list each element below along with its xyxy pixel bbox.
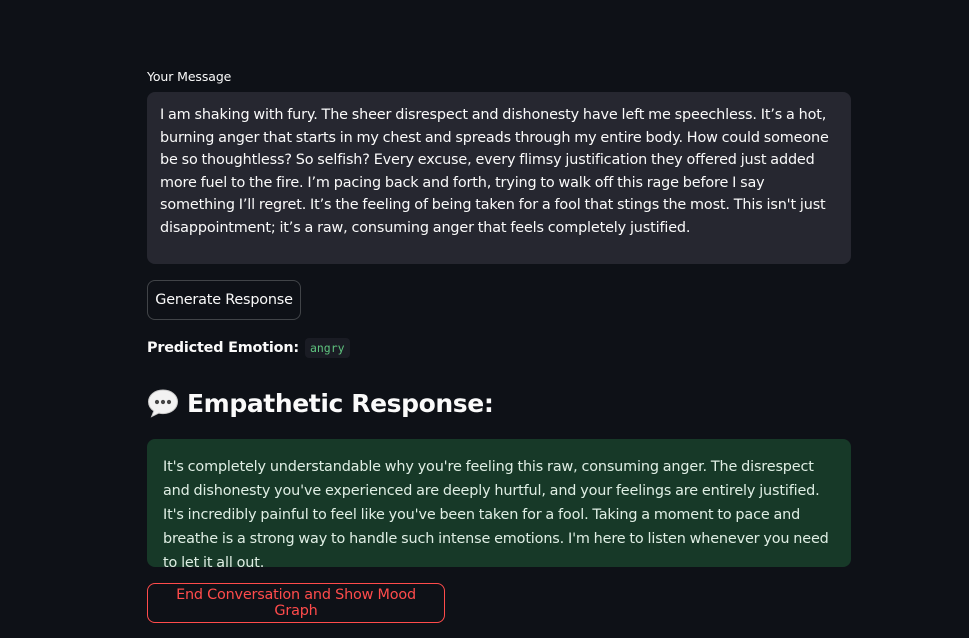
speech-bubble-icon [147, 388, 179, 418]
generate-response-button[interactable]: Generate Response [147, 280, 301, 320]
app-page: Your Message I am shaking with fury. The… [0, 0, 969, 638]
empathetic-response-text: It's completely understandable why you'r… [147, 439, 851, 571]
response-heading: Empathetic Response: [147, 388, 494, 418]
response-title: Empathetic Response: [187, 388, 494, 418]
predicted-emotion-value: angry [304, 338, 350, 358]
message-textarea[interactable]: I am shaking with fury. The sheer disres… [147, 92, 851, 264]
predicted-emotion-label: Predicted Emotion: [147, 340, 299, 356]
predicted-emotion-row: Predicted Emotion: angry [147, 338, 350, 358]
end-conversation-button[interactable]: End Conversation and Show Mood Graph [147, 583, 445, 623]
message-label: Your Message [147, 69, 232, 84]
